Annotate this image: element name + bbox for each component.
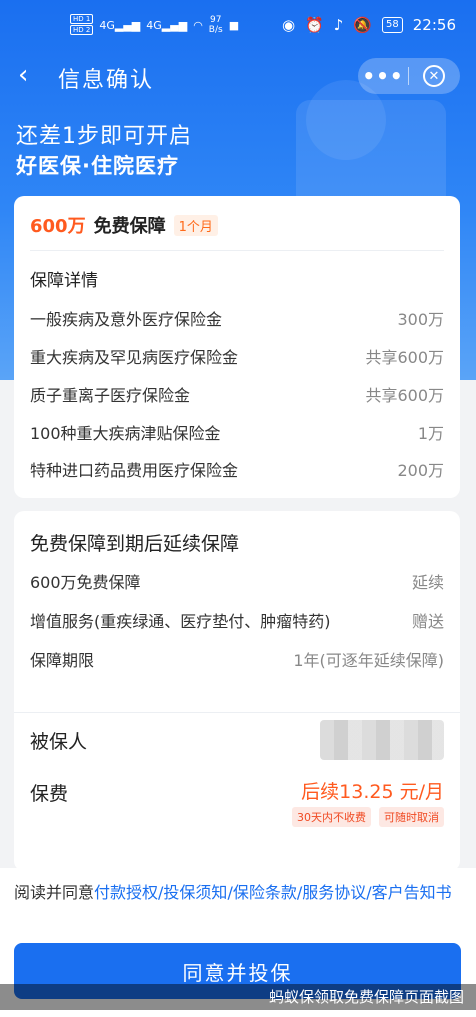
more-button[interactable]: ••• (358, 64, 408, 88)
wifi-icon: ◠ (193, 18, 203, 32)
renewal-row-value: 1年(可逐年延续保障) (293, 651, 444, 670)
hero-decoration (296, 100, 446, 210)
coverage-row: 100种重大疾病津贴保险金 1万 (30, 420, 444, 444)
coverage-row-label: 质子重离子医疗保险金 (30, 386, 191, 405)
service-agreement-link[interactable]: 服务协议 (302, 883, 366, 902)
alarm-icon: ⏰ (305, 16, 324, 34)
coverage-row: 质子重离子医疗保险金 共享600万 (30, 382, 444, 406)
watermark-caption: 蚂蚁保领取免费保障页面截图 (0, 984, 476, 1010)
coverage-row: 一般疾病及意外医疗保险金 300万 (30, 306, 444, 330)
back-icon[interactable]: ‹ (18, 60, 28, 90)
hd2-label: HD 2 (70, 25, 94, 35)
free-label: 免费保障 (93, 216, 166, 237)
customer-notice-link[interactable]: 客户告知书 (372, 883, 452, 902)
coverage-row: 重大疾病及罕见病医疗保险金 共享600万 (30, 344, 444, 368)
renewal-card: 免费保障到期后延续保障 600万免费保障 延续 增值服务(重疾绿通、医疗垫付、肿… (14, 511, 460, 871)
agreement-text: 阅读并同意付款授权/投保须知/保险条款/服务协议/客户告知书 (14, 882, 464, 904)
hd1-label: HD 1 (70, 14, 94, 24)
coverage-row-value: 共享600万 (365, 386, 444, 405)
coverage-row-label: 特种进口药品费用医疗保险金 (30, 461, 239, 480)
signal-icon: 4G▂▄▆ (99, 18, 141, 32)
policy-terms-link[interactable]: 保险条款 (233, 883, 297, 902)
renewal-row-value: 延续 (411, 573, 444, 592)
section-title: 保障详情 (30, 271, 98, 291)
hero-product-name: 好医保·住院医疗 (16, 154, 179, 178)
insured-name-redacted[interactable] (320, 720, 444, 760)
coverage-row-value: 共享600万 (365, 348, 444, 367)
mute-icon: 🔕 (353, 16, 373, 34)
coverage-row-value: 300万 (397, 310, 444, 329)
renewal-row-value: 赠送 (411, 612, 444, 631)
renewal-row: 增值服务(重疾绿通、医疗垫付、肿瘤特药) 赠送 (30, 608, 444, 632)
coverage-card: 600万 免费保障 1个月 保障详情 一般疾病及意外医疗保险金 300万 重大疾… (14, 196, 460, 498)
page-title: 信息确认 (58, 68, 155, 93)
coverage-row-label: 重大疾病及罕见病医疗保险金 (30, 348, 239, 367)
insured-label: 被保人 (30, 731, 88, 753)
coverage-row-label: 一般疾病及意外医疗保险金 (30, 310, 223, 329)
divider (14, 712, 460, 713)
cancel-anytime-tag: 可随时取消 (379, 807, 444, 827)
coverage-amount: 600万 (30, 216, 86, 237)
clock: 22:56 (412, 16, 456, 34)
premium-label: 保费 (30, 783, 69, 805)
video-icon: ■ (228, 18, 240, 32)
renewal-row-label: 600万免费保障 (30, 573, 141, 592)
coverage-row: 特种进口药品费用医疗保险金 200万 (30, 457, 444, 481)
signal-icon: 4G▂▄▆ (146, 18, 188, 32)
renewal-title: 免费保障到期后延续保障 (30, 533, 240, 555)
renewal-row-label: 保障期限 (30, 651, 95, 670)
close-icon: ✕ (423, 65, 445, 87)
battery-icon: 58 (382, 17, 403, 33)
hero-subtitle: 还差1步即可开启 (16, 124, 192, 149)
eye-icon: ◉ (281, 16, 296, 34)
coverage-row-value: 200万 (397, 461, 444, 480)
hd-indicator: HD 1 HD 2 (70, 14, 94, 36)
coverage-header: 600万 免费保障 1个月 (30, 212, 218, 238)
renewal-row: 保障期限 1年(可逐年延续保障) (30, 647, 444, 671)
nav-bar: ‹ 信息确认 ••• ✕ (0, 52, 476, 102)
payment-auth-link[interactable]: 付款授权 (94, 883, 158, 902)
insurance-notice-link[interactable]: 投保须知 (163, 883, 227, 902)
coverage-row-label: 100种重大疾病津贴保险金 (30, 424, 221, 443)
divider (30, 250, 444, 251)
premium-tags: 30天内不收费 可随时取消 (292, 807, 444, 827)
agreement-prefix: 阅读并同意 (14, 883, 95, 902)
status-bar: HD 1 HD 2 4G▂▄▆ 4G▂▄▆ ◠ 97 B/s ■ ◉ ⏰ ♪ 🔕… (0, 0, 476, 48)
net-speed: 97 B/s (208, 15, 223, 35)
coverage-row-value: 1万 (417, 424, 444, 443)
renewal-row-label: 增值服务(重疾绿通、医疗垫付、肿瘤特药) (30, 612, 331, 631)
premium-value: 后续13.25 元/月 (301, 781, 444, 803)
close-button[interactable]: ✕ (409, 65, 459, 87)
mini-program-capsule: ••• ✕ (358, 58, 460, 94)
period-badge: 1个月 (173, 214, 218, 236)
free-30-days-tag: 30天内不收费 (292, 807, 371, 827)
renewal-row: 600万免费保障 延续 (30, 569, 444, 593)
mic-icon: ♪ (333, 16, 344, 34)
